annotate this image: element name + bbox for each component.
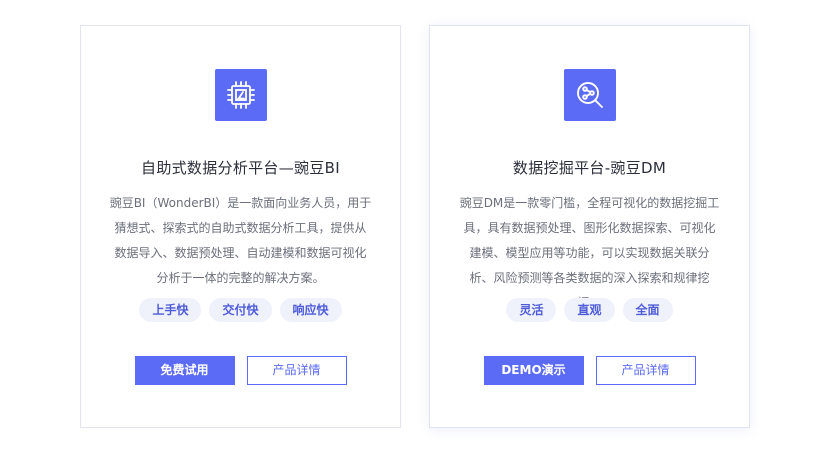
- product-card-wonderbi: 自助式数据分析平台—豌豆BI 豌豆BI（WonderBI）是一款面向业务人员，用…: [80, 25, 401, 428]
- demo-button[interactable]: DEMO演示: [483, 356, 584, 385]
- feature-tag: 交付快: [209, 298, 272, 322]
- card-title: 自助式数据分析平台—豌豆BI: [141, 159, 340, 177]
- feature-tag: 响应快: [279, 298, 342, 322]
- product-card-wonderdm: 数据挖掘平台-豌豆DM 豌豆DM是一款零门槛，全程可视化的数据挖掘工具，具有数据…: [429, 25, 750, 428]
- product-details-button[interactable]: 产品详情: [246, 356, 347, 385]
- card-actions: 免费试用 产品详情: [81, 356, 400, 385]
- feature-tag: 上手快: [139, 298, 202, 322]
- card-title: 数据挖掘平台-豌豆DM: [512, 159, 667, 177]
- free-trial-button[interactable]: 免费试用: [134, 356, 235, 385]
- card-actions: DEMO演示 产品详情: [430, 356, 749, 385]
- feature-tags: 上手快 交付快 响应快: [81, 298, 400, 322]
- feature-tag: 直观: [564, 298, 615, 322]
- feature-tag: 灵活: [506, 298, 557, 322]
- chip-icon: [214, 69, 267, 121]
- data-mining-search-icon: [563, 69, 616, 121]
- card-description: 豌豆BI（WonderBI）是一款面向业务人员，用于猜想式、探索式的自助式数据分…: [109, 196, 372, 285]
- product-cards-section: 自助式数据分析平台—豌豆BI 豌豆BI（WonderBI）是一款面向业务人员，用…: [0, 0, 829, 458]
- product-details-button[interactable]: 产品详情: [595, 356, 696, 385]
- feature-tag: 全面: [622, 298, 673, 322]
- feature-tags: 灵活 直观 全面: [430, 298, 749, 322]
